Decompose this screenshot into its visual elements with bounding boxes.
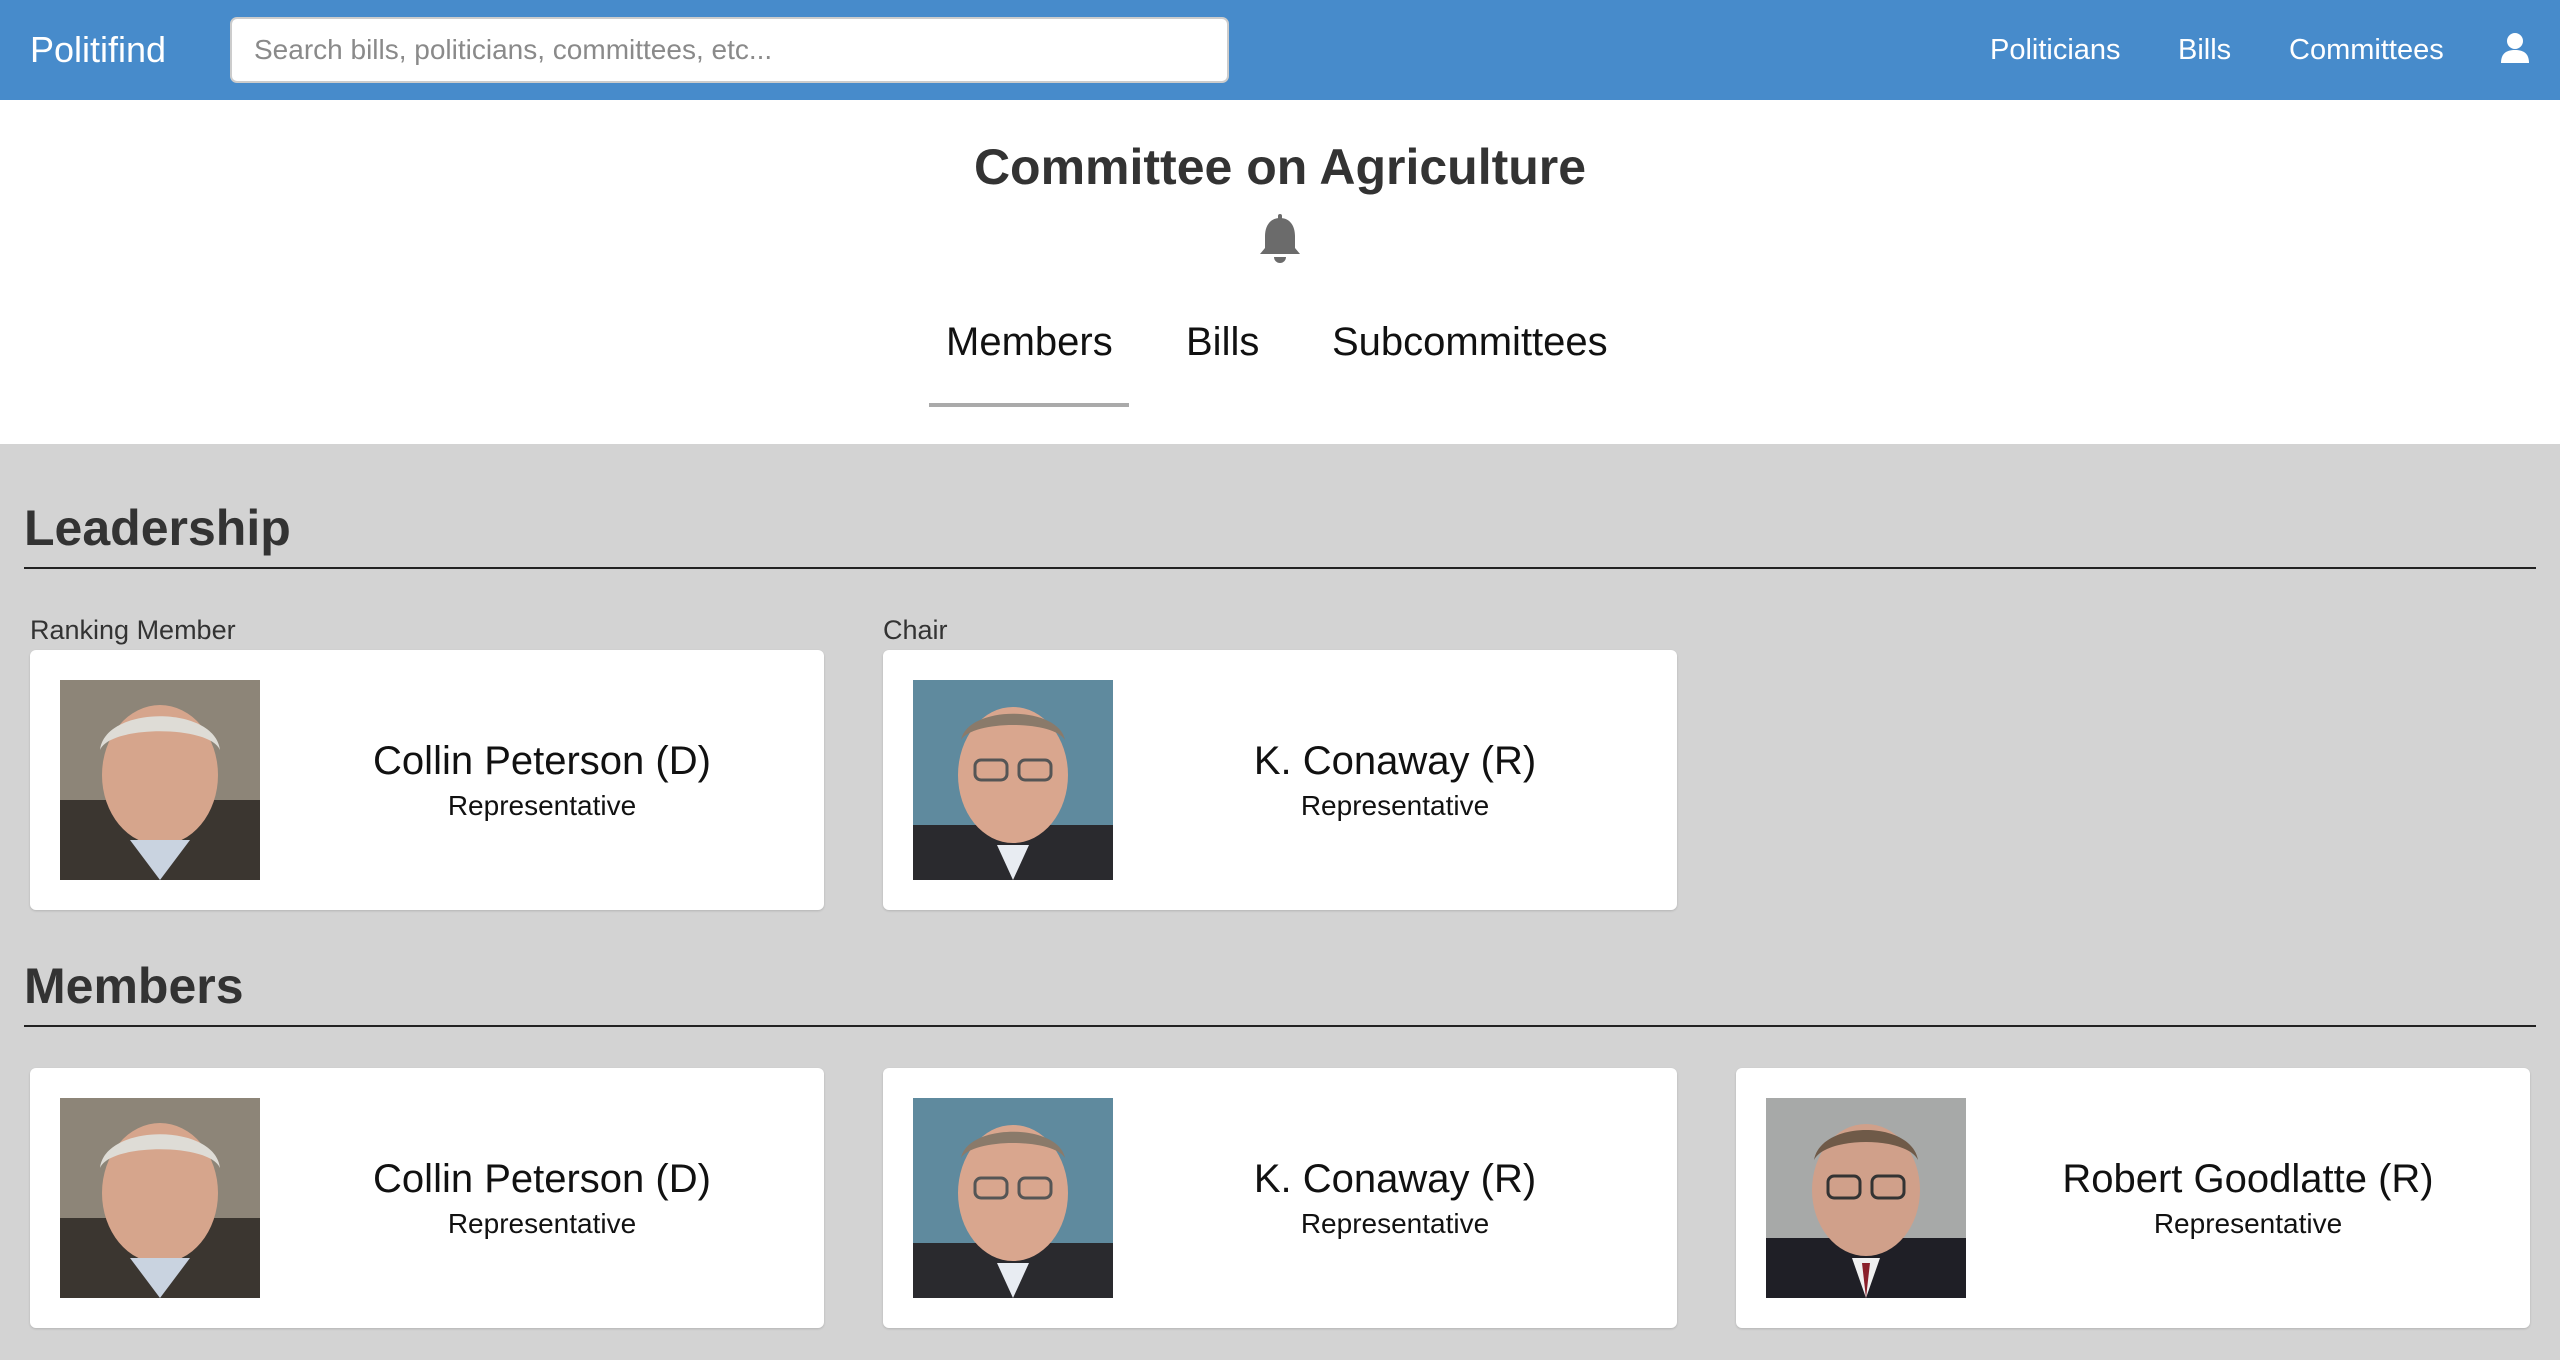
member-position: Representative	[447, 1208, 637, 1239]
role-label-ranking-member: Ranking Member	[30, 615, 236, 645]
member-name[interactable]: K. Conaway (R)	[1254, 736, 1536, 786]
role-label-chair: Chair	[883, 615, 948, 645]
active-tab-indicator	[929, 403, 1129, 407]
member-name[interactable]: Collin Peterson (D)	[373, 1154, 711, 1204]
tab-subcommittees[interactable]: Subcommittees	[1332, 312, 1608, 372]
avatar	[913, 680, 1113, 880]
leader-card[interactable]: Collin Peterson (D) Representative	[30, 650, 824, 910]
member-name[interactable]: K. Conaway (R)	[1254, 1154, 1536, 1204]
tab-members[interactable]: Members	[946, 312, 1113, 372]
nav-link-committees[interactable]: Committees	[2289, 30, 2444, 70]
member-card[interactable]: Collin Peterson (D) Representative	[30, 1068, 824, 1328]
avatar	[60, 680, 260, 880]
user-icon[interactable]	[2500, 32, 2530, 64]
members-section-title: Members	[24, 958, 244, 1014]
member-card[interactable]: K. Conaway (R) Representative	[883, 1068, 1677, 1328]
member-position: Representative	[1300, 790, 1490, 821]
member-card[interactable]: Robert Goodlatte (R) Representative	[1736, 1068, 2530, 1328]
member-position: Representative	[447, 790, 637, 821]
bell-icon[interactable]	[1256, 214, 1304, 268]
committee-header: Committee on Agriculture Members Bills S…	[0, 100, 2560, 444]
members-divider	[24, 1025, 2536, 1027]
top-navbar: Politifind Politicians Bills Committees	[0, 0, 2560, 100]
avatar	[60, 1098, 260, 1298]
committee-tabs: Members Bills Subcommittees	[0, 312, 2560, 382]
brand-logo-link[interactable]: Politifind	[30, 27, 166, 73]
member-position: Representative	[2153, 1208, 2343, 1239]
page-title: Committee on Agriculture	[973, 139, 1587, 195]
nav-link-bills[interactable]: Bills	[2178, 30, 2231, 70]
leadership-divider	[24, 567, 2536, 569]
member-name[interactable]: Robert Goodlatte (R)	[2062, 1154, 2433, 1204]
leadership-section-title: Leadership	[24, 500, 291, 556]
member-name[interactable]: Collin Peterson (D)	[373, 736, 711, 786]
avatar	[1766, 1098, 1966, 1298]
search-input[interactable]	[230, 17, 1229, 83]
avatar	[913, 1098, 1113, 1298]
member-position: Representative	[1300, 1208, 1490, 1239]
nav-link-politicians[interactable]: Politicians	[1990, 30, 2121, 70]
leader-card[interactable]: K. Conaway (R) Representative	[883, 650, 1677, 910]
tab-bills[interactable]: Bills	[1186, 312, 1259, 372]
